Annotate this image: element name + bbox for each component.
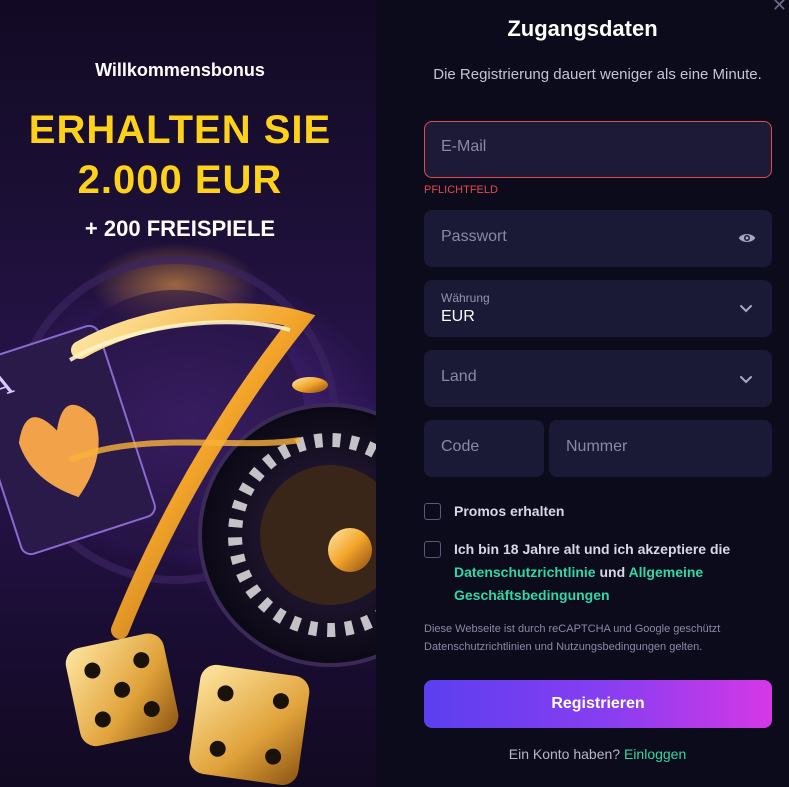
email-placeholder: E-Mail	[441, 138, 487, 155]
recaptcha-notice: Diese Webseite ist durch reCAPTCHA und G…	[424, 620, 772, 656]
terms-label: Ich bin 18 Jahre alt und ich akzeptiere …	[454, 538, 774, 607]
free-spins-label: + 200 FREISPIELE	[84, 216, 276, 241]
country-select[interactable]: Land	[424, 350, 772, 407]
form-subtitle: Die Registrierung dauert weniger als ein…	[433, 66, 762, 83]
terms-checkbox[interactable]	[424, 541, 441, 558]
close-icon[interactable]: ✕	[772, 0, 787, 16]
terms-and: und	[599, 564, 626, 580]
recaptcha-line2: Datenschutzrichtlinien und Nutzungsbedin…	[424, 641, 703, 653]
email-error-message: PFLICHTFELD	[424, 184, 498, 196]
currency-label: Währung	[441, 291, 490, 305]
terms-prefix: Ich bin 18 Jahre alt und ich akzeptiere …	[454, 541, 731, 557]
registration-form: ✕ Zugangsdaten Die Registrierung dauert …	[376, 0, 789, 787]
bonus-label: Willkommensbonus	[95, 60, 265, 80]
chevron-down-icon	[740, 376, 752, 384]
promo-panel: A Willkommensbonus ERHALTEN SIE 2.000 EU…	[0, 0, 376, 787]
phone-code-field[interactable]: Code	[424, 420, 544, 477]
have-account-text: Ein Konto haben?	[508, 746, 621, 762]
eye-icon[interactable]	[738, 229, 756, 247]
phone-code-placeholder: Code	[441, 438, 480, 455]
password-field[interactable]: Passwort	[424, 210, 772, 267]
phone-number-field[interactable]: Nummer	[549, 420, 772, 477]
bonus-amount-line2: 2.000 EUR	[77, 158, 283, 202]
promos-checkbox[interactable]	[424, 503, 441, 520]
register-button[interactable]: Registrieren	[424, 680, 772, 728]
phone-number-placeholder: Nummer	[566, 438, 628, 455]
terms-link-part2[interactable]: Geschäftsbedingungen	[454, 587, 610, 603]
password-placeholder: Passwort	[441, 228, 507, 245]
email-field[interactable]: E-Mail	[424, 121, 772, 178]
recaptcha-line1: Diese Webseite ist durch reCAPTCHA und G…	[424, 623, 721, 635]
promos-label: Promos erhalten	[454, 503, 565, 519]
privacy-policy-link[interactable]: Datenschutzrichtlinie	[454, 564, 596, 580]
currency-select[interactable]: Währung EUR	[424, 280, 772, 337]
terms-link-part1[interactable]: Allgemeine	[629, 564, 704, 580]
bonus-amount-line1: ERHALTEN SIE	[28, 108, 332, 152]
chevron-down-icon	[740, 305, 752, 313]
casino-artwork: A	[0, 256, 376, 785]
login-prompt: Ein Konto haben? Einloggen	[376, 746, 789, 762]
bonus-amount: ERHALTEN SIE 2.000 EUR	[0, 105, 368, 205]
country-placeholder: Land	[441, 368, 477, 385]
currency-value: EUR	[441, 308, 475, 325]
form-title: Zugangsdaten	[507, 16, 658, 41]
login-link[interactable]: Einloggen	[624, 746, 686, 762]
